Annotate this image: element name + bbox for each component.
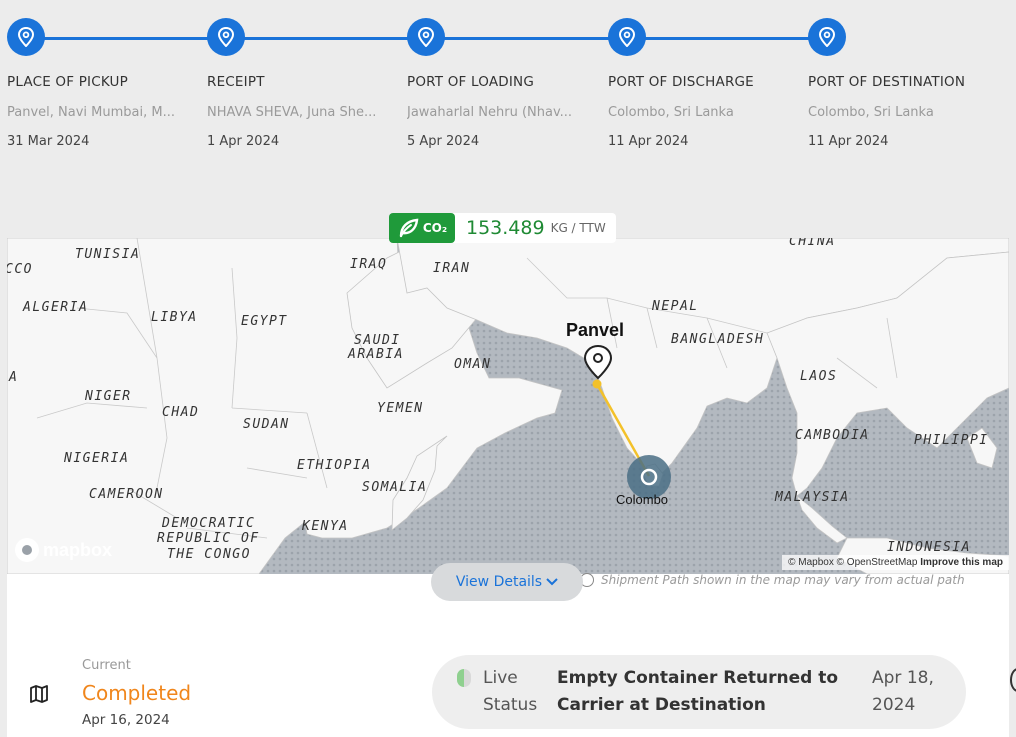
map-label-bangladesh: BANGLADESH [671, 332, 765, 347]
map-label-malaysia: MALAYSIA [775, 490, 850, 505]
map-icon [29, 685, 49, 707]
map-label-ethiopia: ETHIOPIA [297, 458, 372, 473]
map-label-nigeria: NIGERIA [64, 451, 130, 466]
map-disclaimer: Shipment Path shown in the map may vary … [580, 573, 965, 587]
map-label-oman: OMAN [454, 357, 492, 372]
map-label-nepal: NEPAL [652, 299, 699, 314]
co2-badge-text: CO₂ [422, 221, 448, 235]
origin-city-label: Panvel [566, 320, 625, 340]
stop-location: Panvel, Navi Mumbai, M... [7, 105, 175, 120]
mapbox-logo[interactable]: mapbox [15, 538, 112, 562]
live-status-label: Live Status [483, 668, 538, 715]
timeline-stop-destination[interactable]: PORT OF DESTINATION Colombo, Sri Lanka 1… [808, 18, 1008, 149]
destination-city-label: Colombo [616, 492, 669, 507]
map-label-egypt: EGYPT [241, 314, 288, 329]
origin-dot [592, 379, 602, 389]
map-label-a: A [9, 370, 19, 385]
timeline-stop-receipt[interactable]: RECEIPT NHAVA SHEVA, Juna She... 1 Apr 2… [207, 18, 407, 149]
stop-title: PORT OF LOADING [407, 74, 534, 90]
live-status-event: Empty Container Returned to Carrier at D… [557, 668, 838, 715]
location-pin-icon [407, 18, 445, 56]
live-status-card: Live Status Empty Container Returned to … [432, 655, 966, 729]
map-label-philippines: PHILIPPI [914, 433, 989, 448]
map-label-kenya: KENYA [302, 519, 349, 534]
live-status-date: Apr 18, 2024 [872, 668, 934, 715]
map-attribution: © Mapbox © OpenStreetMap Improve this ma… [782, 555, 1009, 570]
map-label-chad: CHAD [162, 405, 200, 420]
current-label: Current [82, 658, 131, 673]
improve-map-link[interactable]: Improve this map [920, 557, 1003, 568]
location-pin-icon [7, 18, 45, 56]
map-label-somalia: SOMALIA [362, 480, 428, 495]
stop-date: 11 Apr 2024 [808, 134, 889, 149]
stop-title: PORT OF DESTINATION [808, 74, 966, 90]
co2-emissions-pill: CO₂ 153.489 KG / TTW [389, 213, 616, 243]
disclaimer-text: Shipment Path shown in the map may vary … [601, 573, 965, 587]
map-label-republic-of: REPUBLIC OF [157, 531, 260, 546]
mapbox-logo-icon [15, 538, 39, 562]
route-map[interactable]: TUNISIA CCO IRAQ IRAN CHINA ALGERIA LIBY… [7, 238, 1009, 574]
co2-badge: CO₂ [389, 213, 455, 243]
stop-date: 5 Apr 2024 [407, 134, 480, 149]
location-pin-icon [608, 18, 646, 56]
co2-unit: KG / TTW [550, 221, 606, 235]
map-label-sudan: SUDAN [243, 417, 290, 432]
location-pin-icon [808, 18, 846, 56]
stop-title: RECEIPT [207, 74, 265, 90]
chevron-down-icon [546, 578, 558, 586]
shipment-timeline: PLACE OF PICKUP Panvel, Navi Mumbai, M..… [0, 0, 1016, 180]
timeline-stop-loading[interactable]: PORT OF LOADING Jawaharlal Nehru (Nhav..… [407, 18, 607, 149]
map-label-democratic: DEMOCRATIC [162, 516, 256, 531]
map-label-china: CHINA [789, 238, 836, 249]
view-details-button[interactable]: View Details [431, 563, 583, 601]
leaf-icon [399, 218, 419, 238]
stop-date: 31 Mar 2024 [7, 134, 90, 149]
stop-location: Colombo, Sri Lanka [608, 105, 734, 120]
map-label-tunisia: TUNISIA [75, 247, 141, 262]
stop-location: Jawaharlal Nehru (Nhav... [407, 105, 573, 120]
map-label-libya: LIBYA [151, 310, 198, 325]
co2-value: 153.489 [466, 217, 545, 239]
map-label-arabia: ARABIA [348, 347, 404, 362]
map-label-the-congo: THE CONGO [167, 547, 251, 562]
map-label-saudi: SAUDI [354, 333, 401, 348]
attribution-mapbox-link[interactable]: © Mapbox [788, 557, 834, 568]
stop-date: 1 Apr 2024 [207, 134, 280, 149]
stop-location: Colombo, Sri Lanka [808, 105, 934, 120]
attribution-osm-link[interactable]: © OpenStreetMap [837, 557, 918, 568]
stop-title: PORT OF DISCHARGE [608, 74, 754, 90]
mapbox-logo-text: mapbox [43, 539, 113, 560]
live-indicator-icon [457, 669, 471, 687]
map-label-morocco: CCO [7, 262, 33, 277]
stop-location: NHAVA SHEVA, Juna She... [207, 105, 377, 120]
map-label-cameroon: CAMEROON [89, 487, 164, 502]
map-label-indonesia: INDONESIA [887, 540, 971, 555]
map-label-iraq: IRAQ [350, 257, 388, 272]
scroll-edge-icon [1010, 668, 1016, 692]
map-label-laos: LAOS [800, 369, 838, 384]
map-canvas[interactable] [7, 238, 1009, 574]
stop-date: 11 Apr 2024 [608, 134, 689, 149]
map-label-iran: IRAN [433, 261, 471, 276]
map-label-niger: NIGER [85, 389, 132, 404]
current-date: Apr 16, 2024 [82, 712, 170, 728]
location-pin-icon [207, 18, 245, 56]
map-label-cambodia: CAMBODIA [795, 428, 870, 443]
timeline-stop-pickup[interactable]: PLACE OF PICKUP Panvel, Navi Mumbai, M..… [7, 18, 207, 149]
stop-title: PLACE OF PICKUP [7, 74, 128, 90]
timeline-stop-discharge[interactable]: PORT OF DISCHARGE Colombo, Sri Lanka 11 … [608, 18, 808, 149]
current-status: Completed [82, 681, 192, 705]
map-label-yemen: YEMEN [377, 401, 424, 416]
map-label-algeria: ALGERIA [23, 300, 89, 315]
view-details-label: View Details [455, 574, 543, 590]
